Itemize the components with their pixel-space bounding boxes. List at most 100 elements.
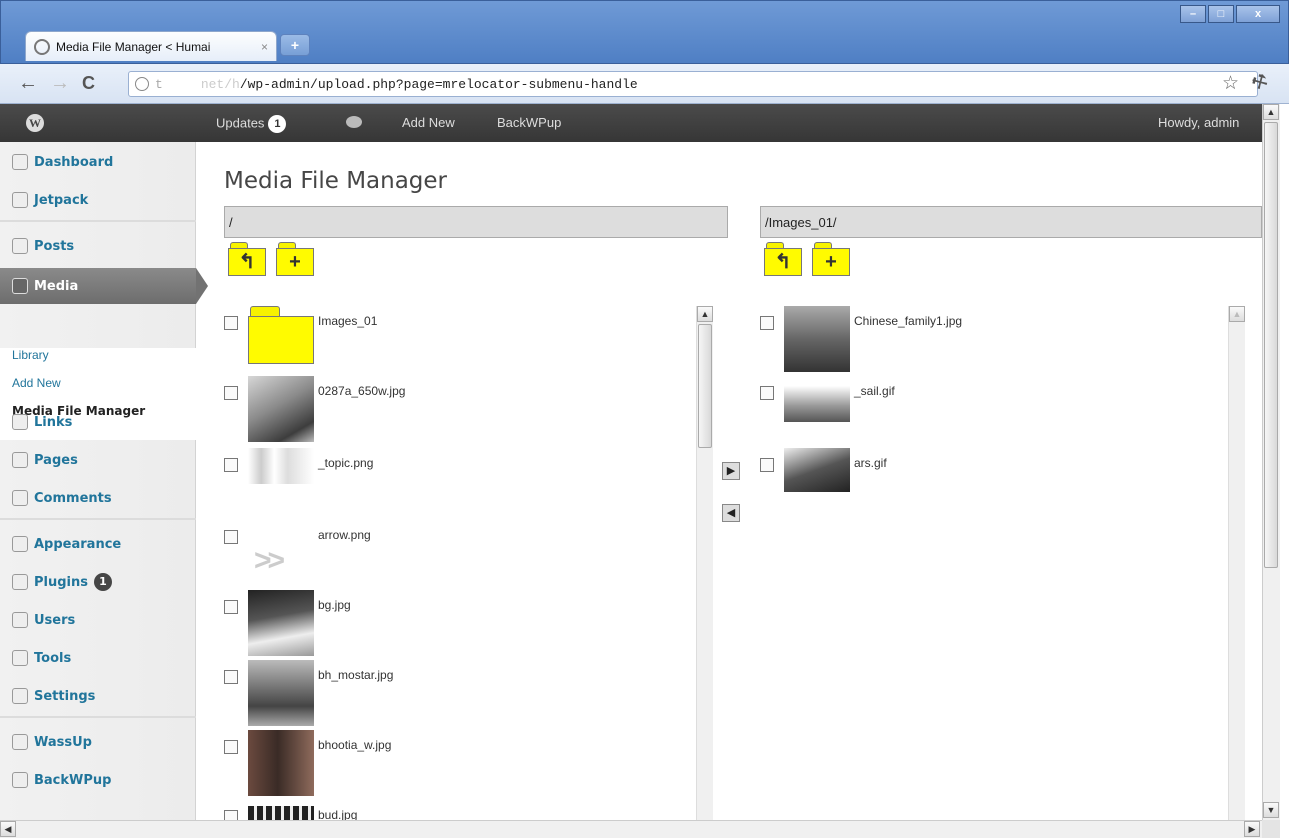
file-name: arrow.png [318, 528, 371, 542]
sidebar-item-links[interactable]: Links [0, 404, 196, 440]
sidebar-item-posts[interactable]: Posts [0, 228, 196, 264]
list-item[interactable]: Images_01 [196, 304, 696, 374]
sidebar-item-settings[interactable]: Settings [0, 678, 196, 714]
settings-icon [12, 688, 28, 704]
browser-tab[interactable]: Media File Manager < Humai × [25, 31, 277, 61]
close-window-button[interactable]: x [1236, 5, 1280, 23]
menu-separator [0, 518, 196, 520]
folder-icon[interactable] [248, 306, 314, 372]
sidebar-item-wassup[interactable]: WassUp [0, 724, 196, 760]
scroll-up-button[interactable]: ▲ [1263, 104, 1279, 120]
scroll-right-button[interactable]: ▶ [1244, 821, 1260, 837]
list-item[interactable]: bg.jpg [196, 588, 696, 658]
left-folder-up-button[interactable]: ↰ [228, 242, 268, 278]
file-name: 0287a_650w.jpg [318, 384, 406, 398]
list-item[interactable]: bh_mostar.jpg [196, 658, 696, 728]
sidebar-item-media[interactable]: Media [0, 268, 208, 304]
right-list-scrollbar[interactable]: ▲ [1228, 306, 1245, 838]
file-name: Images_01 [318, 314, 378, 328]
select-checkbox[interactable] [224, 386, 238, 400]
select-checkbox[interactable] [224, 740, 238, 754]
minimize-button[interactable]: – [1180, 5, 1206, 23]
sidebar-item-appearance[interactable]: Appearance [0, 526, 196, 562]
left-new-folder-button[interactable]: + [276, 242, 316, 278]
select-checkbox[interactable] [760, 386, 774, 400]
new-folder-icon: + [812, 248, 850, 276]
sidebar-item-pages[interactable]: Pages [0, 442, 196, 478]
sidebar-item-label: Settings [34, 688, 96, 704]
url-host-blurred: net/h [200, 76, 240, 92]
maximize-button[interactable]: □ [1208, 5, 1234, 23]
image-thumbnail [248, 448, 314, 484]
sidebar-item-backwpup[interactable]: BackWPup [0, 762, 196, 798]
pages-icon [12, 452, 28, 468]
left-list-scrollbar[interactable]: ▲ [696, 306, 713, 838]
updates-label: Updates [216, 115, 265, 131]
backwpup-link[interactable]: BackWPup [497, 115, 561, 130]
list-item[interactable]: ars.gif [732, 446, 1232, 516]
comment-bubble-icon[interactable] [346, 116, 362, 128]
page-title: Media File Manager [224, 168, 448, 194]
sidebar-item-dashboard[interactable]: Dashboard [0, 144, 196, 180]
browser-titlebar: Media File Manager < Humai × + – □ x [0, 0, 1289, 64]
select-checkbox[interactable] [760, 316, 774, 330]
wordpress-logo-icon[interactable]: W [26, 114, 44, 132]
select-checkbox[interactable] [760, 458, 774, 472]
list-item[interactable]: >> arrow.png [196, 518, 696, 588]
scroll-up-button[interactable]: ▲ [697, 306, 713, 322]
url-path: /wp-admin/upload.php?page=mrelocator-sub… [239, 76, 638, 92]
plugins-update-badge: 1 [94, 573, 112, 591]
scrollbar-corner [1262, 820, 1280, 838]
add-new-link[interactable]: Add New [402, 115, 455, 130]
scroll-up-button[interactable]: ▲ [1229, 306, 1245, 322]
folder-up-icon: ↰ [228, 248, 266, 276]
sidebar-item-label: Media [34, 278, 79, 294]
right-folder-up-button[interactable]: ↰ [764, 242, 804, 278]
image-thumbnail: >> [254, 544, 285, 577]
list-item[interactable]: _topic.png [196, 446, 696, 516]
select-checkbox[interactable] [224, 670, 238, 684]
updates-link[interactable]: Updates 1 [216, 115, 287, 133]
scroll-left-button[interactable]: ◀ [0, 821, 16, 837]
sidebar-item-users[interactable]: Users [0, 602, 196, 638]
window-horizontal-scrollbar[interactable]: ◀ ▶ [0, 820, 1262, 838]
file-name: ars.gif [854, 456, 887, 470]
address-bar[interactable]: t net/h /wp-admin/upload.php?page=mreloc… [128, 71, 1258, 97]
list-item[interactable]: _sail.gif [732, 374, 1232, 444]
list-item[interactable]: Chinese_family1.jpg [732, 304, 1232, 374]
right-file-list: Chinese_family1.jpg _sail.gif ars.gif [732, 286, 1232, 838]
reload-icon[interactable]: C [82, 73, 95, 93]
new-tab-button[interactable]: + [280, 34, 310, 56]
list-item[interactable]: 0287a_650w.jpg [196, 374, 696, 444]
forward-arrow-icon[interactable]: → [50, 73, 70, 93]
back-arrow-icon[interactable]: ← [18, 73, 38, 93]
new-folder-icon: + [276, 248, 314, 276]
tab-close-button[interactable]: × [261, 40, 268, 54]
window-vertical-scrollbar[interactable]: ▲ ▼ [1262, 104, 1280, 820]
howdy-admin-link[interactable]: Howdy, admin [1158, 115, 1239, 130]
select-checkbox[interactable] [224, 316, 238, 330]
file-name: _topic.png [318, 456, 374, 470]
scrollbar-thumb[interactable] [698, 324, 712, 448]
sidebar-item-jetpack[interactable]: Jetpack [0, 182, 196, 218]
folder-up-icon: ↰ [764, 248, 802, 276]
select-checkbox[interactable] [224, 530, 238, 544]
sidebar-item-tools[interactable]: Tools [0, 640, 196, 676]
right-path-bar: /Images_01/ [760, 206, 1262, 238]
jetpack-icon [12, 192, 28, 208]
page-info-icon[interactable] [135, 77, 149, 91]
select-checkbox[interactable] [224, 600, 238, 614]
select-checkbox[interactable] [224, 458, 238, 472]
submenu-add-new[interactable]: Add New [12, 376, 61, 390]
sidebar-item-plugins[interactable]: Plugins 1 [0, 564, 196, 600]
list-item[interactable]: bhootia_w.jpg [196, 728, 696, 798]
left-path-bar: / [224, 206, 728, 238]
scroll-down-button[interactable]: ▼ [1263, 802, 1279, 818]
right-new-folder-button[interactable]: + [812, 242, 852, 278]
sidebar-item-label: Tools [34, 650, 72, 666]
bookmark-star-icon[interactable]: ☆ [1222, 72, 1239, 95]
sidebar-item-comments[interactable]: Comments [0, 480, 196, 516]
submenu-library[interactable]: Library [12, 348, 49, 362]
sidebar-item-label: Pages [34, 452, 78, 468]
scrollbar-thumb[interactable] [1264, 122, 1278, 568]
